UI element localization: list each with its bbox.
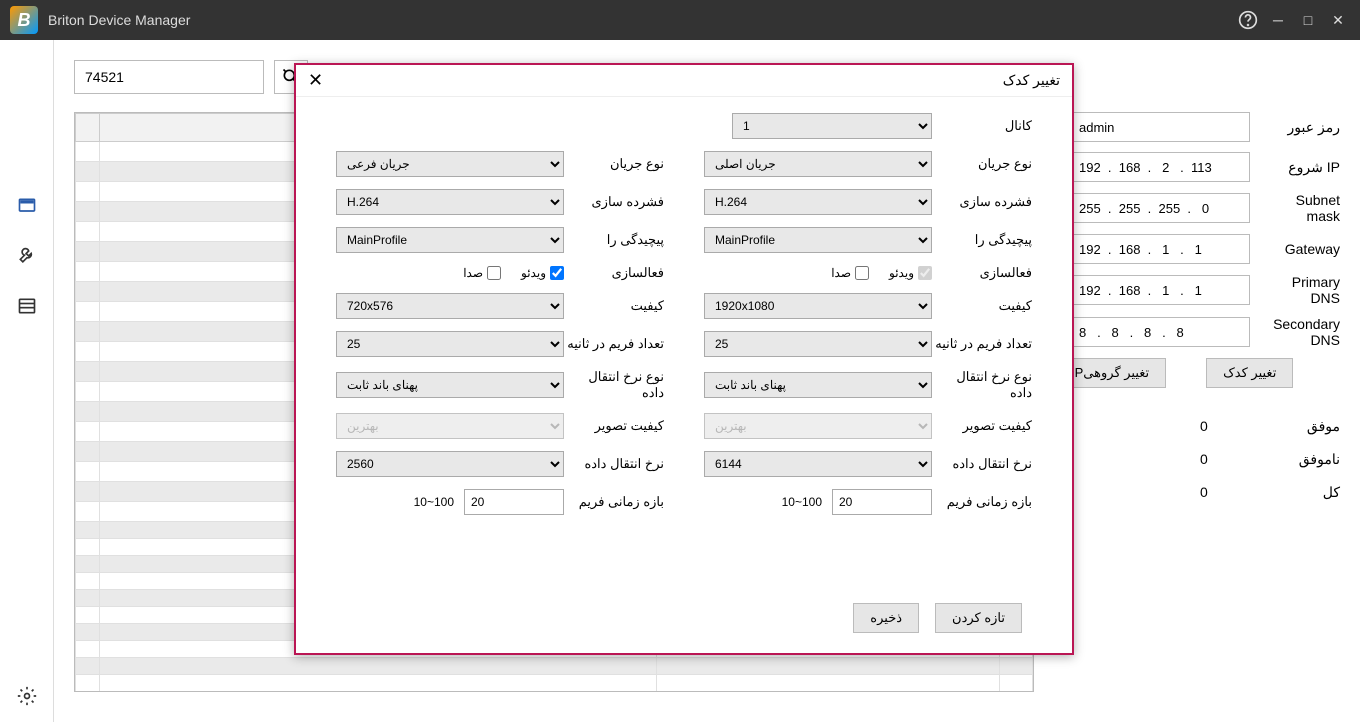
codec-modal: تغییر کدک ✕ کانال1 نوع جریانجریان اصلی ف… <box>294 63 1074 655</box>
modal-close-icon[interactable]: ✕ <box>308 70 323 91</box>
select-stream-sub[interactable]: جریان فرعی <box>336 151 564 177</box>
select-complexity-sub[interactable]: MainProfile <box>336 227 564 253</box>
save-button[interactable]: ذخیره <box>853 603 919 633</box>
select-quality-main[interactable]: 1920x1080 <box>704 293 932 319</box>
refresh-button[interactable]: تازه کردن <box>935 603 1022 633</box>
chk-audio-sub[interactable] <box>487 266 501 280</box>
sub-stream-column: نوع جریانجریان فرعی فشرده سازیH.264 پیچی… <box>336 151 664 527</box>
hint-interval-main: 10~100 <box>782 495 822 509</box>
select-imgq-sub: بهترین <box>336 413 564 439</box>
label-stream-main: نوع جریان <box>932 156 1032 172</box>
select-ratetype-main[interactable]: پهنای باند ثابت <box>704 372 932 398</box>
chk-video-sub[interactable] <box>550 266 564 280</box>
select-fps-sub[interactable]: 25 <box>336 331 564 357</box>
select-ratetype-sub[interactable]: پهنای باند ثابت <box>336 372 564 398</box>
label-interval-sub: بازه زمانی فریم <box>564 494 664 510</box>
label-activate-sub: فعالسازی <box>564 265 664 281</box>
select-channel[interactable]: 1 <box>732 113 932 139</box>
select-compress-sub[interactable]: H.264 <box>336 189 564 215</box>
label-interval-main: بازه زمانی فریم <box>932 494 1032 510</box>
select-bitrate-main[interactable]: 6144 <box>704 451 932 477</box>
input-interval-main[interactable] <box>832 489 932 515</box>
modal-title: تغییر کدک <box>1003 72 1060 89</box>
chk-video-main-label: ویدئو <box>889 266 914 280</box>
select-compress-main[interactable]: H.264 <box>704 189 932 215</box>
label-fps-main: تعداد فریم در ثانیه <box>932 336 1032 352</box>
label-quality-main: کیفیت <box>932 298 1032 314</box>
select-quality-sub[interactable]: 720x576 <box>336 293 564 319</box>
select-stream-main[interactable]: جریان اصلی <box>704 151 932 177</box>
select-imgq-main: بهترین <box>704 413 932 439</box>
main-stream-column: نوع جریانجریان اصلی فشرده سازیH.264 پیچی… <box>704 151 1032 527</box>
hint-interval-sub: 10~100 <box>414 495 454 509</box>
select-bitrate-sub[interactable]: 2560 <box>336 451 564 477</box>
label-activate-main: فعالسازی <box>932 265 1032 281</box>
label-complexity-sub: پیچیدگی را <box>564 232 664 248</box>
chk-audio-sub-label: صدا <box>463 266 483 280</box>
label-imgq-sub: کیفیت تصویر <box>564 418 664 434</box>
label-ratetype-main: نوع نرخ انتقال داده <box>932 369 1032 401</box>
label-compress-sub: فشرده سازی <box>564 194 664 210</box>
label-bitrate-sub: نرخ انتقال داده <box>564 456 664 472</box>
chk-audio-main-label: صدا <box>831 266 851 280</box>
chk-audio-main[interactable] <box>855 266 869 280</box>
label-stream-sub: نوع جریان <box>564 156 664 172</box>
label-complexity-main: پیچیدگی را <box>932 232 1032 248</box>
label-imgq-main: کیفیت تصویر <box>932 418 1032 434</box>
label-fps-sub: تعداد فریم در ثانیه <box>564 336 664 352</box>
chk-video-main <box>918 266 932 280</box>
modal-header: تغییر کدک ✕ <box>296 65 1072 97</box>
label-bitrate-main: نرخ انتقال داده <box>932 456 1032 472</box>
label-ratetype-sub: نوع نرخ انتقال داده <box>564 369 664 401</box>
chk-video-sub-label: ویدئو <box>521 266 546 280</box>
select-complexity-main[interactable]: MainProfile <box>704 227 932 253</box>
modal-overlay: تغییر کدک ✕ کانال1 نوع جریانجریان اصلی ف… <box>0 0 1360 722</box>
input-interval-sub[interactable] <box>464 489 564 515</box>
label-channel: کانال <box>932 118 1032 134</box>
label-compress-main: فشرده سازی <box>932 194 1032 210</box>
label-quality-sub: کیفیت <box>564 298 664 314</box>
select-fps-main[interactable]: 25 <box>704 331 932 357</box>
